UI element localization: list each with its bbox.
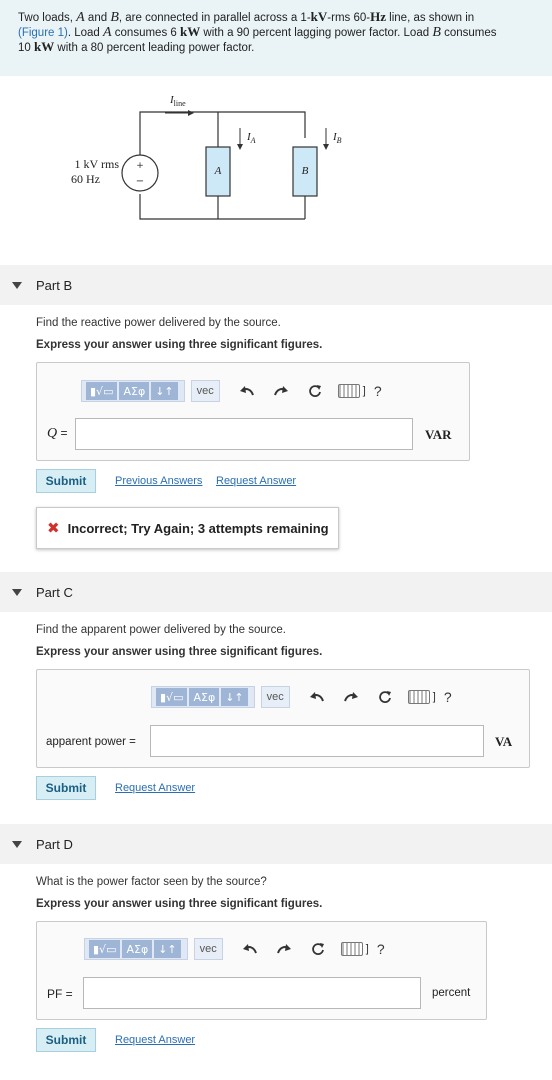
part-b-toolbar: ▮√▭ ΑΣφ ↓↑ vec ] ? [81,380,382,402]
plus-sign: + [136,161,144,171]
math-templates-group: ▮√▭ ΑΣφ ↓↑ [151,686,255,708]
arrows-button[interactable]: ↓↑ [221,688,248,706]
keyboard-bracket-icon: ] [362,385,366,397]
load-b-label: B [302,165,309,177]
redo-icon[interactable] [340,686,362,708]
keyboard-bracket-icon: ] [432,691,436,703]
previous-answers-link[interactable]: Previous Answers [115,475,202,487]
circuit-diagram: + − 1 kV rms 60 Hz A B Iline IA IB [71,94,342,220]
arrows-button[interactable]: ↓↑ [154,940,181,958]
undo-icon[interactable] [239,938,261,960]
incorrect-x-icon: ✖ [47,519,60,537]
reset-icon[interactable] [374,686,396,708]
part-c-instruction: Express your answer using three signific… [36,646,323,658]
part-c-input-label: apparent power = [46,736,136,748]
part-d-title: Part D [36,836,73,852]
part-b-header[interactable]: Part B [0,265,552,305]
keyboard-bracket-icon: ] [365,943,369,955]
part-b-question: Find the reactive power delivered by the… [36,317,281,329]
reset-icon[interactable] [307,938,329,960]
symbols-button[interactable]: ΑΣφ [119,382,150,400]
wire-top [139,111,306,138]
collapse-caret-icon[interactable] [12,281,22,289]
keyboard-icon[interactable] [407,690,430,704]
part-c-title: Part C [36,584,73,600]
minus-sign: − [136,176,144,187]
templates-button[interactable]: ▮√▭ [156,688,188,706]
part-d-request-answer-link[interactable]: Request Answer [115,1034,195,1046]
help-icon[interactable]: ? [444,689,452,705]
part-d-header[interactable]: Part D [0,824,552,864]
part-d-instruction: Express your answer using three signific… [36,898,323,910]
i-line-arrowhead-icon [188,110,194,116]
templates-button[interactable]: ▮√▭ [89,940,121,958]
collapse-caret-icon[interactable] [12,588,22,596]
wire-bottom [139,194,305,220]
part-d-answer-box: ▮√▭ ΑΣφ ↓↑ vec ] ? PF = percent [36,921,487,1020]
reset-icon[interactable] [304,380,326,402]
feedback-text: Incorrect; Try Again; 3 attempts remaini… [67,520,329,536]
keyboard-icon[interactable] [340,942,363,956]
load-a-label: A [214,165,222,177]
help-icon[interactable]: ? [374,383,382,399]
part-b-submit-button[interactable]: Submit [36,469,96,493]
problem-line-1: Two loads, A and B, are connected in par… [18,9,475,25]
part-b-answer-input[interactable] [75,418,413,450]
undo-icon[interactable] [236,380,258,402]
source-frequency-label: 60 Hz [71,172,100,186]
math-templates-group: ▮√▭ ΑΣφ ↓↑ [81,380,185,402]
collapse-caret-icon[interactable] [12,840,22,848]
source-voltage-label: 1 kV rms [75,157,120,171]
i-b-arrowhead-icon [323,144,329,150]
i-line-label: Iline [169,94,186,108]
part-c-toolbar: ▮√▭ ΑΣφ ↓↑ vec ] ? [151,686,452,708]
problem-line-3: 10 kW with a 80 percent leading power fa… [18,39,255,55]
part-c-question: Find the apparent power delivered by the… [36,624,286,636]
part-b-input-label: Q = [47,426,68,441]
math-templates-group: ▮√▭ ΑΣφ ↓↑ [84,938,188,960]
vec-button[interactable]: vec [260,686,290,708]
part-b-instruction: Express your answer using three signific… [36,339,323,351]
templates-button[interactable]: ▮√▭ [86,382,118,400]
part-b-title: Part B [36,277,73,293]
part-c-submit-button[interactable]: Submit [36,776,96,800]
part-d-answer-input[interactable] [83,977,421,1009]
part-c-answer-box: ▮√▭ ΑΣφ ↓↑ vec ] ? apparent power = VA [36,669,530,768]
part-b-answer-box: ▮√▭ ΑΣφ ↓↑ vec ] ? Q = VAR [36,362,470,461]
part-d-input-label: PF = [47,987,73,1001]
part-b-request-answer-link[interactable]: Request Answer [216,475,296,487]
symbols-button[interactable]: ΑΣφ [122,940,153,958]
vec-button[interactable]: vec [193,938,223,960]
figure-link[interactable]: (Figure 1) [18,27,68,39]
arrows-button[interactable]: ↓↑ [151,382,178,400]
undo-icon[interactable] [306,686,328,708]
problem-statement: Two loads, A and B, are connected in par… [0,0,552,76]
i-a-arrowhead-icon [237,144,243,150]
i-b-label: IB [332,131,342,145]
help-icon[interactable]: ? [377,941,385,957]
symbols-button[interactable]: ΑΣφ [189,688,220,706]
part-d-question: What is the power factor seen by the sou… [36,876,267,888]
part-c-unit: VA [495,734,513,749]
vec-button[interactable]: vec [190,380,220,402]
problem-line-2: (Figure 1). Load A consumes 6 kW with a … [18,24,497,40]
part-d-submit-button[interactable]: Submit [36,1028,96,1052]
part-c-request-answer-link[interactable]: Request Answer [115,782,195,794]
part-c-answer-input[interactable] [150,725,484,757]
keyboard-icon[interactable] [337,384,360,398]
redo-icon[interactable] [273,938,295,960]
part-b-unit: VAR [425,427,452,442]
redo-icon[interactable] [270,380,292,402]
part-c-header[interactable]: Part C [0,572,552,612]
part-b-feedback: ✖ Incorrect; Try Again; 3 attempts remai… [36,507,339,549]
i-a-label: IA [246,131,256,145]
part-d-unit: percent [432,987,471,999]
part-d-toolbar: ▮√▭ ΑΣφ ↓↑ vec ] ? [84,938,385,960]
